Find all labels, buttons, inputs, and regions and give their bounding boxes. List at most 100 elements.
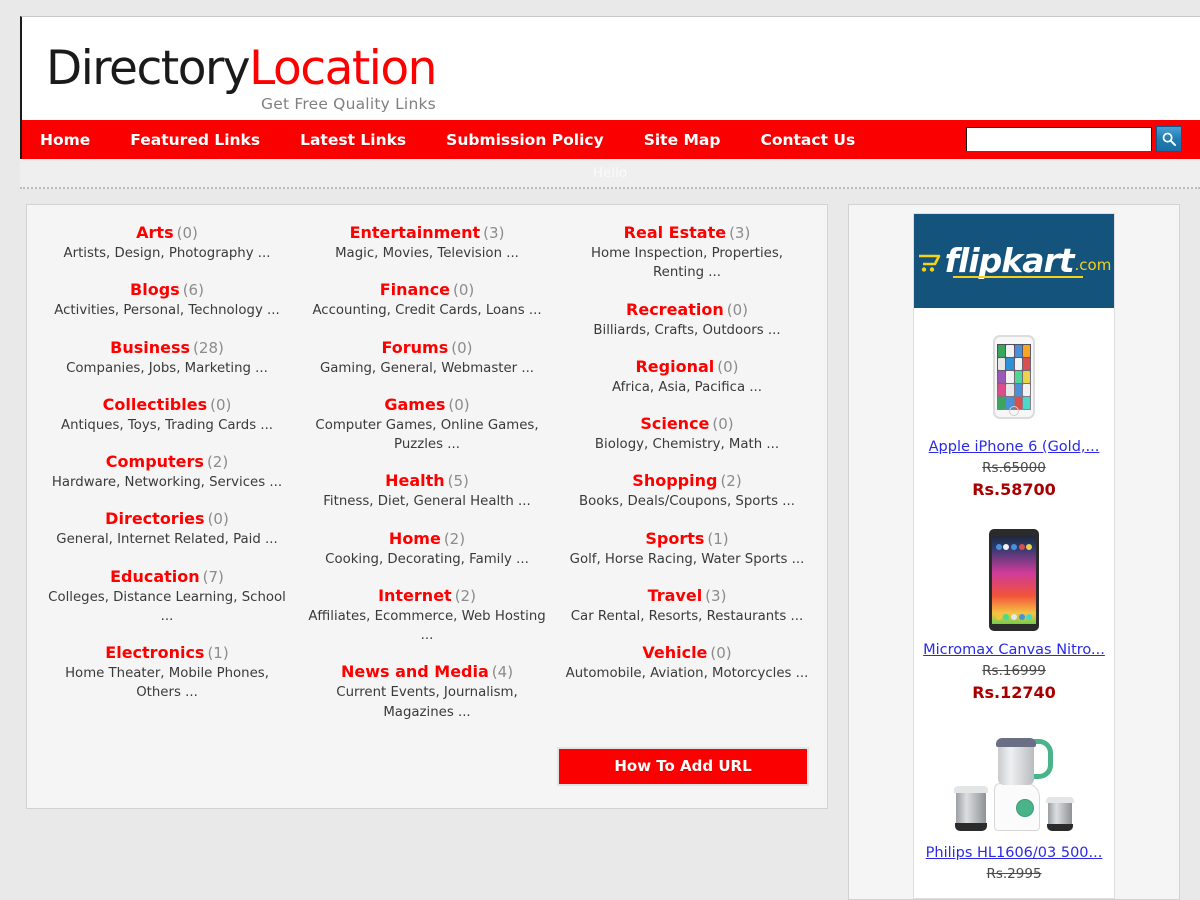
category-travel: Travel (3) Car Rental, Resorts, Restauran… [563, 586, 811, 626]
nav-item-featured-links[interactable]: Featured Links [130, 131, 260, 149]
micromax-dock-icons [992, 614, 1036, 620]
nav-item-site-map[interactable]: Site Map [644, 131, 721, 149]
category-internet: Internet (2) Affiliates, Ecommerce, Web H… [303, 586, 551, 646]
search-icon [1162, 132, 1176, 146]
category-subcategories: Companies, Jobs, Marketing ... [66, 360, 268, 376]
category-title-line: Internet (2) [303, 586, 551, 606]
category-count: (5) [447, 472, 469, 491]
how-to-add-url-button[interactable]: How To Add URL [557, 746, 809, 786]
nav-item-submission-policy[interactable]: Submission Policy [446, 131, 604, 149]
shopping-cart-icon [918, 254, 940, 272]
category-link-news-and-media[interactable]: News and Media [341, 662, 489, 681]
category-business: Business (28) Companies, Jobs, Marketing … [43, 338, 291, 378]
category-title-line: Computers (2) [43, 452, 291, 472]
category-electronics: Electronics (1) Home Theater, Mobile Phon… [43, 643, 291, 703]
category-link-forums[interactable]: Forums [382, 338, 449, 357]
site-logo[interactable]: DirectoryLocation Get Free Quality Links [28, 45, 437, 112]
category-count: (1) [707, 529, 729, 548]
category-link-collectibles[interactable]: Collectibles [103, 395, 207, 414]
category-count: (4) [491, 663, 514, 682]
category-link-directories[interactable]: Directories [105, 509, 204, 528]
category-title-line: Recreation (0) [563, 300, 811, 320]
category-news-and-media: News and Media (4) Current Events, Journa… [303, 662, 551, 722]
category-link-blogs[interactable]: Blogs [130, 280, 180, 299]
logo-area: DirectoryLocation Get Free Quality Links [22, 17, 1200, 120]
category-count: (7) [202, 567, 224, 586]
search-input[interactable] [967, 128, 1151, 151]
category-count: (0) [176, 224, 198, 242]
category-title-line: Shopping (2) [563, 471, 811, 491]
product-title-link[interactable]: Micromax Canvas Nitro... [922, 642, 1106, 658]
category-link-recreation[interactable]: Recreation [626, 300, 724, 319]
category-count: (3) [483, 224, 505, 242]
product-original-price: Rs.2995 [986, 866, 1042, 882]
category-real-estate: Real Estate (3) Home Inspection, Properti… [563, 223, 811, 283]
category-title-line: Collectibles (0) [43, 395, 291, 415]
category-subcategories: Biology, Chemistry, Math ... [594, 437, 780, 453]
nav-item-contact-us[interactable]: Contact Us [760, 131, 855, 149]
category-count: (0) [710, 644, 732, 663]
ad-product-3: Philips HL1606/03 500... Rs.2995 [914, 714, 1114, 898]
nav-item-home[interactable]: Home [40, 131, 90, 149]
category-title-line: Games (0) [303, 395, 551, 415]
category-title-line: Science (0) [563, 414, 811, 434]
category-link-health[interactable]: Health [385, 471, 445, 490]
category-link-shopping[interactable]: Shopping [632, 471, 717, 490]
category-subcategories: Books, Deals/Coupons, Sports ... [579, 494, 795, 510]
category-column-3: Real Estate (3) Home Inspection, Properti… [557, 223, 817, 739]
category-link-regional[interactable]: Regional [635, 357, 714, 376]
site-header: DirectoryLocation Get Free Quality Links… [20, 16, 1200, 160]
product-original-price: Rs.16999 [982, 663, 1046, 679]
category-column-2: Entertainment (3) Magic, Movies, Televisi… [297, 223, 557, 739]
category-link-finance[interactable]: Finance [380, 280, 450, 299]
category-link-computers[interactable]: Computers [106, 452, 204, 471]
product-image-wrap [922, 526, 1106, 634]
nav-item-latest-links[interactable]: Latest Links [300, 131, 406, 149]
category-link-business[interactable]: Business [110, 338, 190, 357]
logo-text-secondary: Location [249, 41, 437, 96]
product-title-link[interactable]: Apple iPhone 6 (Gold,... [922, 439, 1106, 455]
category-link-games[interactable]: Games [384, 395, 445, 414]
flipkart-banner[interactable]: flipkart .com [914, 214, 1114, 308]
category-title-line: Real Estate (3) [563, 223, 811, 243]
mixer-jar-left-lid [954, 786, 988, 793]
logo-tagline: Get Free Quality Links [261, 95, 436, 113]
add-url-row: How To Add URL [37, 746, 817, 786]
category-link-entertainment[interactable]: Entertainment [350, 223, 481, 242]
category-collectibles: Collectibles (0) Antiques, Toys, Trading … [43, 395, 291, 435]
category-education: Education (7) Colleges, Distance Learning… [43, 567, 291, 627]
category-link-internet[interactable]: Internet [378, 586, 452, 605]
iphone-product-image [993, 335, 1035, 419]
category-title-line: Entertainment (3) [303, 223, 551, 243]
product-title-link[interactable]: Philips HL1606/03 500... [922, 845, 1106, 861]
category-link-education[interactable]: Education [110, 567, 200, 586]
micromax-app-icons [992, 544, 1036, 550]
category-subcategories: Colleges, Distance Learning, School ... [48, 589, 286, 624]
category-title-line: Forums (0) [303, 338, 551, 358]
category-vehicle: Vehicle (0) Automobile, Aviation, Motorcy… [563, 643, 811, 683]
content-row: Arts (0) Artists, Design, Photography ...… [26, 204, 1200, 900]
category-forums: Forums (0) Gaming, General, Webmaster ... [303, 338, 551, 378]
category-count: (2) [454, 586, 476, 605]
category-link-arts[interactable]: Arts [136, 223, 173, 242]
category-title-line: Vehicle (0) [563, 643, 811, 663]
category-subcategories: Fitness, Diet, General Health ... [323, 494, 531, 510]
category-link-real-estate[interactable]: Real Estate [624, 223, 726, 242]
flipkart-tld: .com [1074, 255, 1112, 274]
sidebar-panel: flipkart .com Apple iPhone 6 (Gold,... R… [848, 204, 1180, 900]
category-title-line: Finance (0) [303, 280, 551, 300]
category-link-science[interactable]: Science [640, 414, 709, 433]
search-button[interactable] [1156, 126, 1182, 152]
category-link-electronics[interactable]: Electronics [105, 643, 204, 662]
mixer-main-jar [998, 745, 1034, 785]
category-title-line: Home (2) [303, 529, 551, 549]
category-link-home[interactable]: Home [389, 529, 441, 548]
category-link-sports[interactable]: Sports [645, 529, 704, 548]
category-link-travel[interactable]: Travel [648, 586, 703, 605]
search-field-wrapper[interactable] [966, 127, 1152, 151]
category-count: (0) [207, 510, 229, 529]
category-count: (0) [453, 281, 475, 300]
category-title-line: Sports (1) [563, 529, 811, 549]
category-count: (1) [207, 644, 229, 663]
category-link-vehicle[interactable]: Vehicle [642, 643, 707, 662]
